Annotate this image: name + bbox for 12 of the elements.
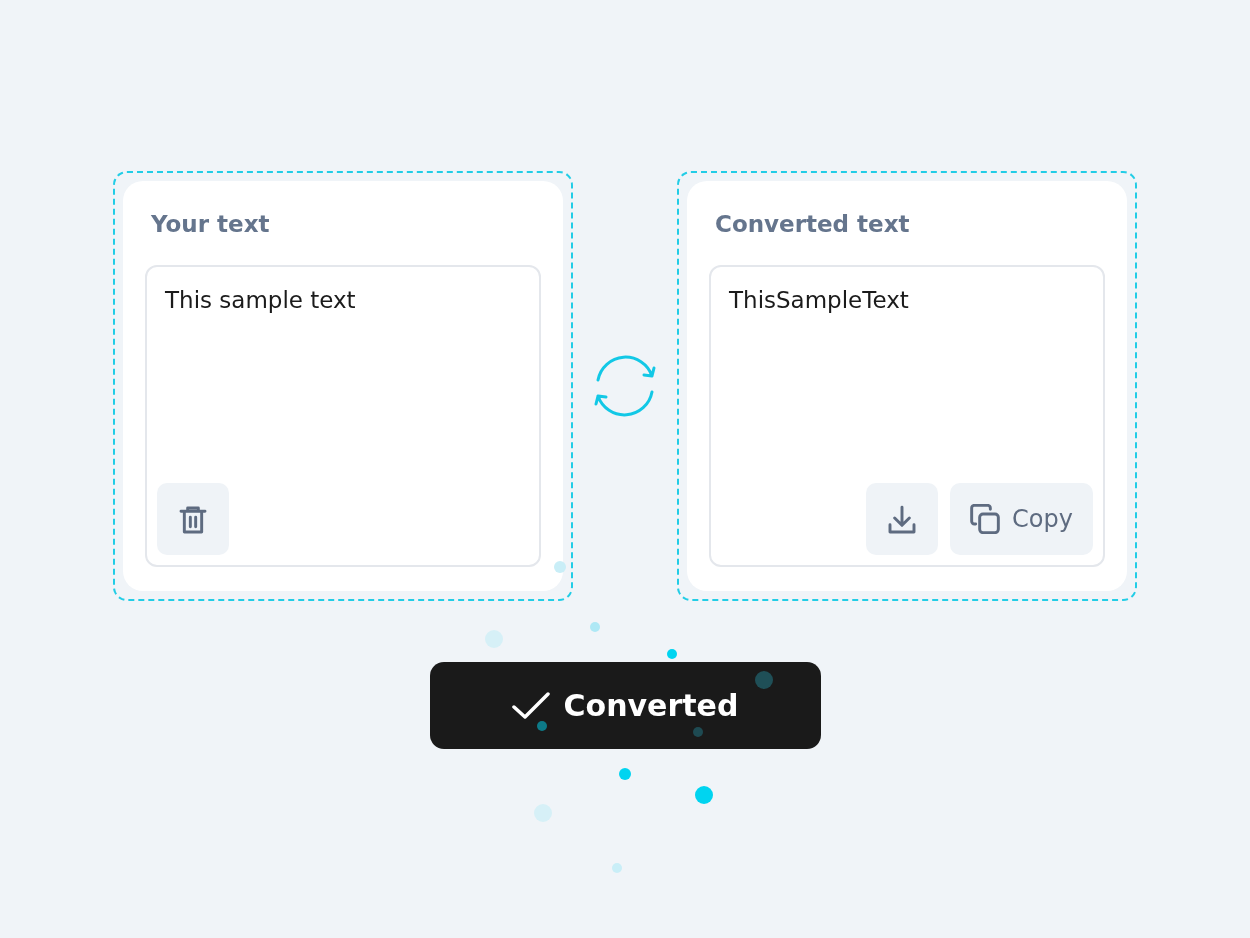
- checkmark-icon: [511, 691, 550, 720]
- panel-title: Converted text: [715, 210, 911, 239]
- toast-text: Converted: [563, 688, 739, 723]
- trash-icon: [178, 504, 208, 534]
- copy-button[interactable]: Copy: [950, 483, 1093, 555]
- panel-title: Your text: [151, 210, 271, 239]
- copy-icon: [970, 504, 1001, 534]
- sync-icon: [593, 354, 657, 418]
- delete-button[interactable]: [157, 483, 229, 555]
- input-field[interactable]: This sample text: [145, 265, 541, 567]
- download-icon: [887, 504, 918, 534]
- download-button[interactable]: [866, 483, 939, 555]
